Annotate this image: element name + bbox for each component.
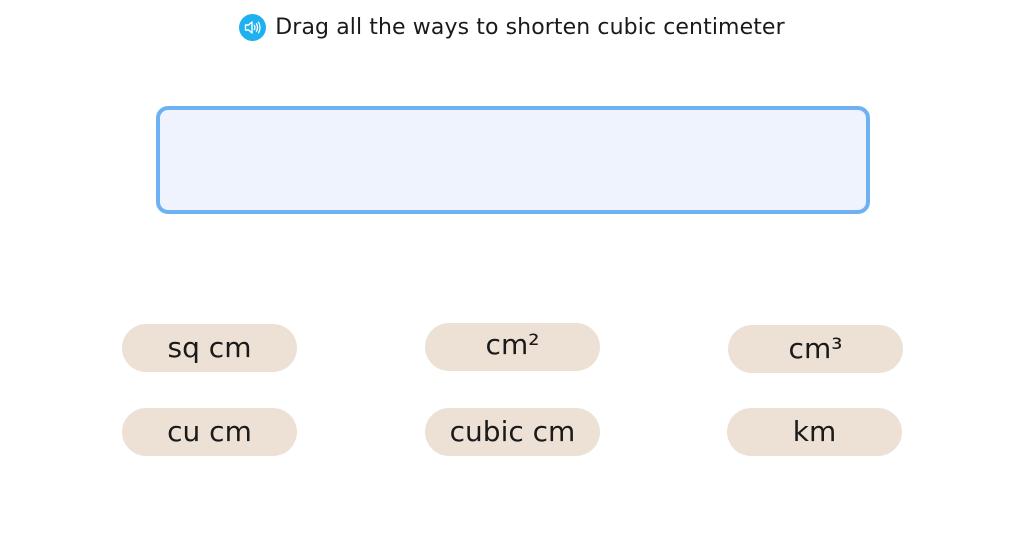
answer-tile-km[interactable]: km	[727, 408, 902, 456]
tile-label: km	[792, 415, 837, 448]
speaker-icon[interactable]	[239, 14, 267, 41]
instruction-text: Drag all the ways to shorten cubic centi…	[275, 15, 785, 40]
answer-tile-cubic-cm[interactable]: cubic cm	[425, 408, 600, 456]
answer-tile-cu-cm[interactable]: cu cm	[122, 408, 297, 456]
answer-drop-zone[interactable]	[156, 106, 870, 214]
instruction-bar: Drag all the ways to shorten cubic centi…	[0, 14, 1024, 41]
tile-label: sq cm	[167, 331, 252, 364]
answer-tile-sq-cm[interactable]: sq cm	[122, 324, 297, 372]
answer-tile-cm-cubed[interactable]: cm³	[728, 325, 903, 373]
tile-label: cm²	[485, 328, 540, 361]
activity-stage: Drag all the ways to shorten cubic centi…	[0, 0, 1024, 560]
tile-label: cubic cm	[449, 415, 576, 448]
tile-label: cu cm	[167, 415, 252, 448]
answer-tile-cm-squared[interactable]: cm²	[425, 323, 600, 371]
tile-label: cm³	[788, 332, 843, 365]
